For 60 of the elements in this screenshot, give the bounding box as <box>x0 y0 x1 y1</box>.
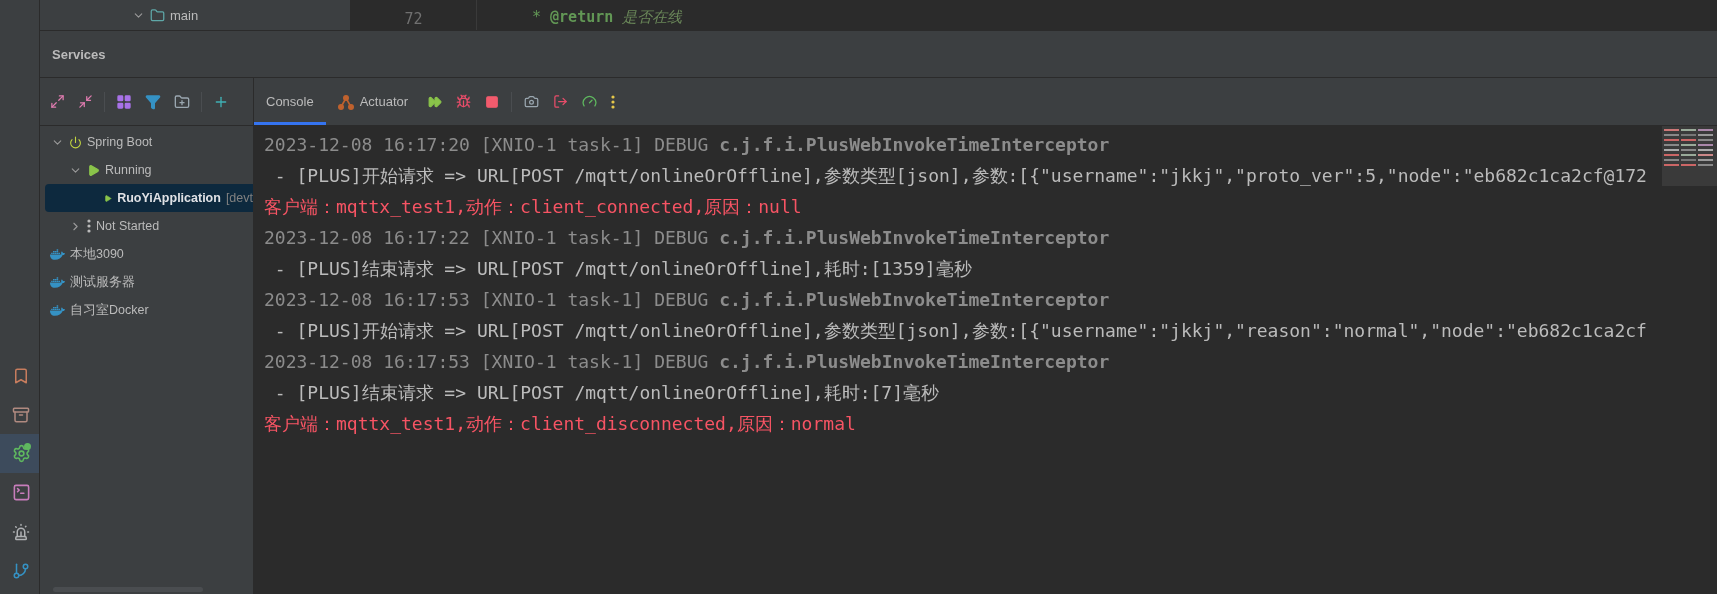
tree-item[interactable]: Not Started <box>40 212 253 240</box>
tree-item-label: 本地3090 <box>70 245 124 263</box>
docker-icon <box>50 246 65 262</box>
line-number: 72 <box>351 0 477 30</box>
more-icon <box>611 94 616 109</box>
folder-plus-icon <box>174 93 190 110</box>
tree-item-label: Spring Boot <box>87 135 153 149</box>
docker-icon <box>50 274 65 290</box>
tree-item-label: Running <box>105 163 152 177</box>
bug-icon <box>456 94 472 109</box>
power-icon <box>69 135 82 149</box>
tab[interactable]: Actuator <box>325 78 421 125</box>
archive-icon <box>12 405 30 424</box>
folder-label[interactable]: main <box>170 7 199 23</box>
log-line: - [PLUS]开始请求 => URL[POST /mqtt/onlineOrOffline],参数类型[json],参数:[{"username":"jkkj","proto_ver":5,"node":"eb682c1ca2cf@172 <box>273 164 1648 188</box>
tree-item-label: Not Started <box>96 219 160 233</box>
run-config-label: [devt <box>225 191 253 205</box>
tree-item-label: 自习室Docker <box>70 301 149 319</box>
panel-title: Services <box>52 46 106 62</box>
tree-item-label: 测试服务器 <box>70 273 135 291</box>
tree-item[interactable]: Spring Boot <box>40 128 253 156</box>
log-line: - [PLUS]开始请求 => URL[POST /mqtt/onlineOrOffline],参数类型[json],参数:[{"username":"jkkj","reason":"normal","node":"eb682c1ca2cf <box>273 319 1648 343</box>
branch-icon <box>12 561 30 580</box>
alarm-icon <box>12 522 30 541</box>
tree-item[interactable]: 测试服务器 <box>40 268 253 296</box>
docker-icon <box>50 302 65 318</box>
collapse-icon <box>78 94 93 109</box>
terminal-icon <box>11 483 31 502</box>
camera-icon <box>524 94 540 109</box>
tree-item[interactable]: 本地3090 <box>40 240 253 268</box>
tool-window-button[interactable] <box>0 434 39 473</box>
tree-item[interactable]: 自习室Docker <box>40 296 253 324</box>
status-dot-icon <box>24 443 31 450</box>
log-line: 2023-12-08 16:17:53 [XNIO-1 task-1] DEBUG c.j.f.i.PlusWebInvokeTimeInterceptor <box>264 288 1111 312</box>
expand-icon <box>50 94 65 109</box>
filter-icon <box>145 93 161 110</box>
exit-icon <box>553 94 569 109</box>
bookmark-icon <box>12 366 30 385</box>
log-line: - [PLUS]结束请求 => URL[POST /mqtt/onlineOrOffline],耗时:[1359]毫秒 <box>273 257 973 281</box>
code-comment: *@return 是否在线 <box>532 8 683 28</box>
log-line: 2023-12-08 16:17:53 [XNIO-1 task-1] DEBUG c.j.f.i.PlusWebInvokeTimeInterceptor <box>264 350 1111 374</box>
log-line: 客户端：mqttx_test1,动作：client_connected,原因：null <box>264 195 803 219</box>
play-icon <box>87 163 100 177</box>
grid-icon <box>116 93 132 110</box>
stop-icon <box>485 94 500 109</box>
log-line: 客户端：mqttx_test1,动作：client_disconnected,原因：normal <box>264 412 857 436</box>
dots-icon <box>87 219 91 233</box>
log-line: 2023-12-08 16:17:22 [XNIO-1 task-1] DEBUG c.j.f.i.PlusWebInvokeTimeInterceptor <box>264 226 1111 250</box>
folder-icon <box>150 7 165 23</box>
gauge-icon <box>582 94 598 109</box>
rerun-icon <box>428 94 443 109</box>
tree-item[interactable]: RuoYiApplication [devt <box>45 184 253 212</box>
log-line: 2023-12-08 16:17:20 [XNIO-1 task-1] DEBUG c.j.f.i.PlusWebInvokeTimeInterceptor <box>264 133 1111 157</box>
collapse-button[interactable] <box>76 92 95 111</box>
actuator-icon <box>337 93 354 110</box>
tree-item-label: RuoYiApplication <box>117 191 221 205</box>
expand-button[interactable] <box>48 92 67 111</box>
gear-icon <box>11 444 31 463</box>
log-line: - [PLUS]结束请求 => URL[POST /mqtt/onlineOrOffline],耗时:[7]毫秒 <box>273 381 940 405</box>
tree-item[interactable]: Running <box>40 156 253 184</box>
